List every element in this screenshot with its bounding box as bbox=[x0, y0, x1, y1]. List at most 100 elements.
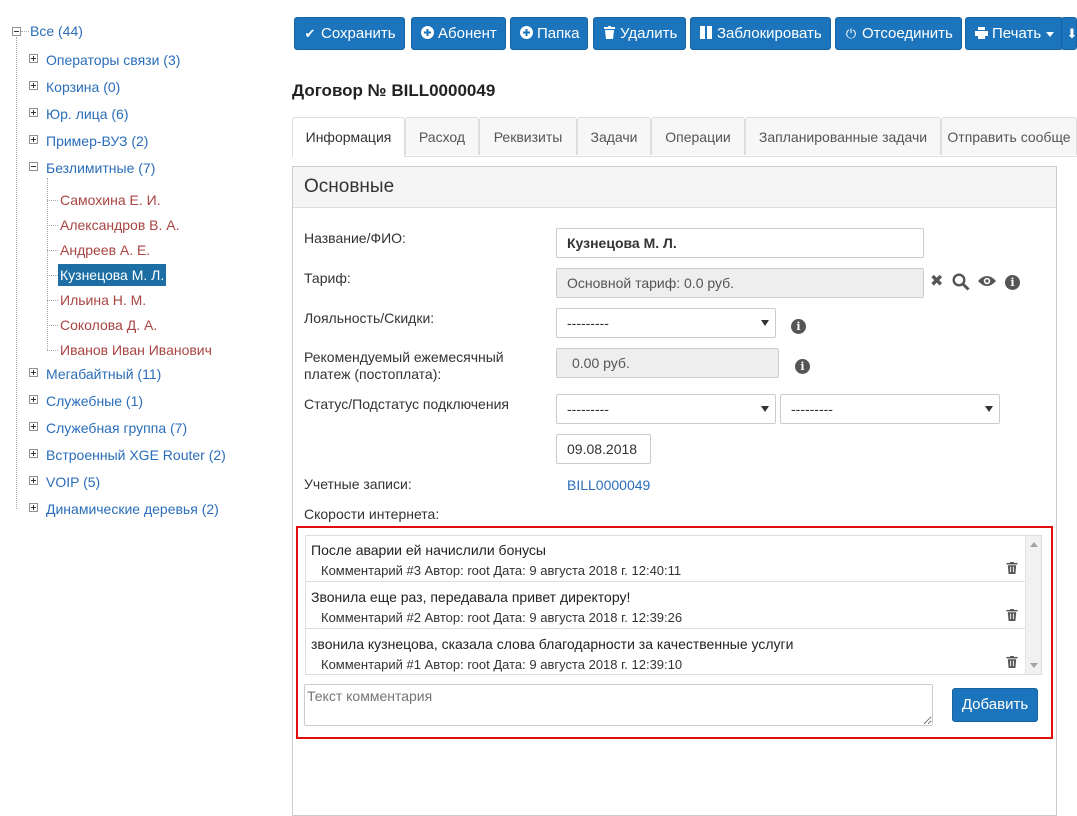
expand-toggle-icon[interactable] bbox=[29, 503, 38, 512]
name-label: Название/ФИО: bbox=[304, 230, 406, 246]
tree-group[interactable]: Операторы связи (3) bbox=[46, 49, 180, 71]
clear-tariff-icon[interactable]: ✖ bbox=[930, 273, 943, 291]
collapse-toggle-icon[interactable] bbox=[12, 27, 21, 36]
tab-operations[interactable]: Операции bbox=[651, 117, 745, 155]
tree-group-expanded[interactable]: Безлимитные (7) bbox=[46, 157, 155, 179]
panel-title: Основные bbox=[293, 167, 1056, 208]
plus-circle-icon bbox=[519, 18, 533, 49]
add-comment-button[interactable]: Добавить bbox=[952, 688, 1038, 722]
status-select[interactable]: --------- bbox=[556, 394, 776, 424]
expand-toggle-icon[interactable] bbox=[29, 449, 38, 458]
tree-group[interactable]: Юр. лица (6) bbox=[46, 103, 129, 125]
scroll-up-icon[interactable] bbox=[1030, 542, 1038, 547]
plus-circle-icon bbox=[420, 18, 434, 49]
accounts-label: Учетные записи: bbox=[304, 476, 412, 492]
info-icon[interactable]: i bbox=[795, 359, 810, 374]
tree-root[interactable]: Все (44) bbox=[30, 20, 83, 42]
power-icon: ⏻ bbox=[845, 26, 857, 41]
save-button[interactable]: ✔ Сохранить bbox=[294, 17, 405, 50]
tab-expense[interactable]: Расход bbox=[405, 117, 479, 155]
chevron-down-icon bbox=[985, 406, 993, 412]
tree-group[interactable]: Корзина (0) bbox=[46, 76, 120, 98]
pause-icon bbox=[699, 18, 713, 49]
tree-leaf[interactable]: Андреев А. Е. bbox=[60, 239, 150, 261]
page-title: Договор № BILL0000049 bbox=[292, 81, 496, 100]
block-button[interactable]: Заблокировать bbox=[690, 17, 831, 50]
comment-item: Звонила еще раз, передавала привет дирек… bbox=[306, 583, 1026, 629]
status-label: Статус/Подстатус подключения bbox=[304, 396, 509, 412]
check-icon: ✔ bbox=[304, 26, 316, 41]
tab-info[interactable]: Информация bbox=[292, 117, 405, 157]
info-icon[interactable]: i bbox=[1005, 275, 1020, 290]
expand-toggle-icon[interactable] bbox=[29, 422, 38, 431]
comment-meta: Комментарий #3 Автор: root Дата: 9 авгус… bbox=[321, 563, 682, 578]
search-icon[interactable] bbox=[952, 273, 970, 296]
comment-item: После аварии ей начислили бонусы Коммент… bbox=[306, 536, 1026, 582]
substatus-select[interactable]: --------- bbox=[780, 394, 1000, 424]
info-icon[interactable]: i bbox=[791, 319, 806, 334]
comment-meta: Комментарий #1 Автор: root Дата: 9 авгус… bbox=[321, 657, 683, 672]
tariff-field: Основной тариф: 0.0 руб. bbox=[556, 268, 924, 298]
tab-bar: Информация Расход Реквизиты Задачи Опера… bbox=[292, 117, 1077, 157]
tree-leaf-selected[interactable]: Кузнецова М. Л. bbox=[58, 264, 167, 286]
print-dropdown-button[interactable]: Печать bbox=[965, 17, 1064, 50]
loyalty-label: Лояльность/Скидки: bbox=[304, 310, 435, 326]
trash-icon bbox=[602, 18, 616, 49]
collapse-toggle-icon[interactable] bbox=[29, 162, 38, 171]
comment-meta: Комментарий #2 Автор: root Дата: 9 авгус… bbox=[321, 610, 683, 625]
add-subscriber-button[interactable]: Абонент bbox=[411, 17, 506, 50]
tree-leaf[interactable]: Самохина Е. И. bbox=[60, 189, 161, 211]
comment-text: звонила кузнецова, сказала слова благода… bbox=[311, 636, 794, 652]
account-link[interactable]: BILL0000049 bbox=[567, 477, 650, 493]
tree-group[interactable]: Встроенный XGE Router (2) bbox=[46, 444, 226, 466]
print-icon bbox=[974, 18, 988, 49]
add-folder-button[interactable]: Папка bbox=[510, 17, 589, 50]
trash-icon[interactable] bbox=[1006, 609, 1018, 621]
comment-text: После аварии ей начислили бонусы bbox=[311, 542, 546, 558]
comment-item: звонила кузнецова, сказала слова благода… bbox=[306, 630, 1026, 674]
expand-toggle-icon[interactable] bbox=[29, 395, 38, 404]
delete-button[interactable]: Удалить bbox=[593, 17, 687, 50]
scroll-down-icon[interactable] bbox=[1030, 663, 1038, 668]
tab-requisites[interactable]: Реквизиты bbox=[479, 117, 577, 155]
name-field[interactable]: Кузнецова М. Л. bbox=[556, 228, 924, 258]
payment-field: 0.00 руб. bbox=[556, 348, 779, 378]
customer-tree: Все (44) Операторы связи (3) Корзина (0)… bbox=[0, 0, 280, 800]
trash-icon[interactable] bbox=[1006, 656, 1018, 668]
expand-toggle-icon[interactable] bbox=[29, 368, 38, 377]
tariff-label: Тариф: bbox=[304, 270, 351, 286]
tree-group[interactable]: Динамические деревья (2) bbox=[46, 498, 219, 520]
tree-group[interactable]: Пример-ВУЗ (2) bbox=[46, 130, 148, 152]
tree-leaf[interactable]: Александров В. А. bbox=[60, 214, 180, 236]
expand-toggle-icon[interactable] bbox=[29, 81, 38, 90]
tree-leaf[interactable]: Ильина Н. М. bbox=[60, 289, 146, 311]
tree-group[interactable]: Служебные (1) bbox=[46, 390, 143, 412]
eye-icon[interactable] bbox=[977, 273, 997, 294]
comment-input[interactable] bbox=[304, 684, 933, 726]
payment-label: Рекомендуемый ежемесячный платеж (постоп… bbox=[304, 349, 504, 382]
comments-list: После аварии ей начислили бонусы Коммент… bbox=[305, 535, 1042, 675]
tab-send-message[interactable]: Отправить сообще bbox=[941, 117, 1077, 155]
speeds-label: Скорости интернета: bbox=[304, 506, 440, 522]
expand-toggle-icon[interactable] bbox=[29, 54, 38, 63]
tab-tasks[interactable]: Задачи bbox=[577, 117, 651, 155]
chevron-down-icon bbox=[1046, 31, 1055, 37]
expand-toggle-icon[interactable] bbox=[29, 108, 38, 117]
comments-scrollbar[interactable] bbox=[1025, 536, 1041, 674]
comment-text: Звонила еще раз, передавала привет дирек… bbox=[311, 589, 631, 605]
expand-toggle-icon[interactable] bbox=[29, 135, 38, 144]
disconnect-button[interactable]: ⏻ Отсоединить bbox=[835, 17, 962, 50]
trash-icon[interactable] bbox=[1006, 562, 1018, 574]
tree-leaf[interactable]: Соколова Д. А. bbox=[60, 314, 157, 336]
download-button[interactable]: ⬇ bbox=[1061, 17, 1077, 50]
tree-group[interactable]: Мегабайтный (11) bbox=[46, 363, 161, 385]
tree-group[interactable]: Служебная группа (7) bbox=[46, 417, 187, 439]
date-field[interactable]: 09.08.2018 bbox=[556, 434, 651, 464]
tab-scheduled-tasks[interactable]: Запланированные задачи bbox=[745, 117, 941, 155]
chevron-down-icon bbox=[761, 406, 769, 412]
tree-leaf[interactable]: Иванов Иван Иванович bbox=[60, 339, 212, 361]
tree-group[interactable]: VOIP (5) bbox=[46, 471, 100, 493]
loyalty-select[interactable]: --------- bbox=[556, 308, 776, 338]
chevron-down-icon bbox=[761, 320, 769, 326]
expand-toggle-icon[interactable] bbox=[29, 476, 38, 485]
